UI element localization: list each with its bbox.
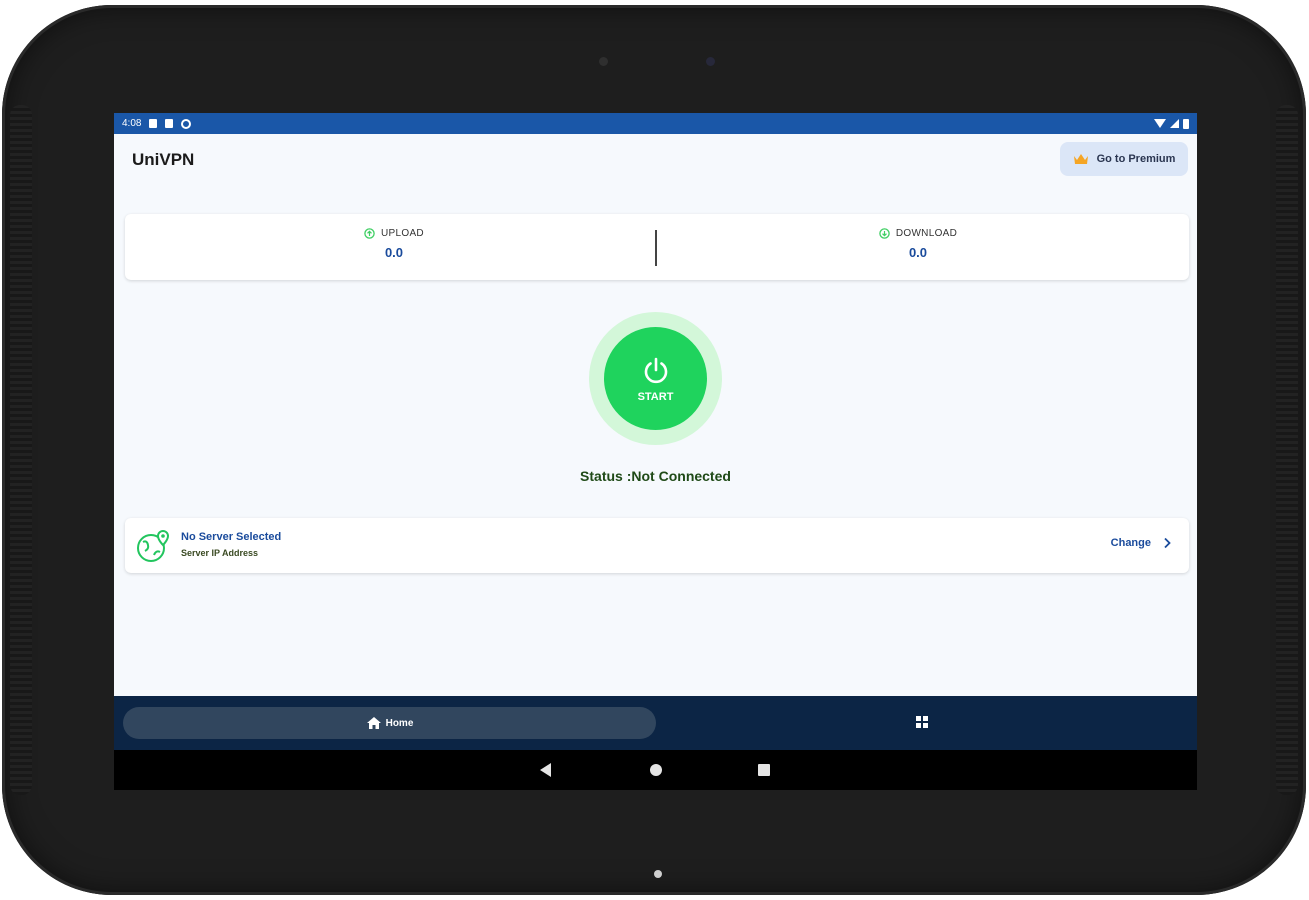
system-status-bar: 4:08 [114, 113, 1197, 134]
home-icon [366, 717, 381, 729]
server-name: No Server Selected [181, 531, 282, 543]
power-icon [644, 357, 667, 383]
status-time: 4:08 [122, 118, 142, 129]
vpn-status-icon [181, 118, 192, 129]
stats-divider [655, 230, 657, 266]
start-label: START [637, 390, 674, 403]
upload-label: UPLOAD [381, 228, 424, 239]
download-arrow-icon [879, 228, 890, 239]
upload-value: 0.0 [384, 245, 404, 260]
power-button-halo: START [589, 312, 722, 445]
signal-icon [1170, 119, 1179, 128]
nav-home-label: Home [385, 717, 414, 729]
traffic-stats-card: UPLOAD 0.0 DOWNLOAD 0.0 [125, 214, 1189, 280]
wifi-icon [1154, 119, 1166, 128]
server-ip: Server IP Address [181, 548, 259, 558]
upload-arrow-icon [364, 228, 375, 239]
chevron-right-icon [1164, 537, 1171, 549]
back-icon[interactable] [540, 763, 551, 777]
go-to-premium-button[interactable]: Go to Premium [1060, 142, 1188, 176]
front-camera [706, 57, 715, 66]
notification-icon [149, 119, 158, 128]
bottom-navigation: Home [114, 696, 1197, 750]
system-navigation-bar [114, 750, 1197, 790]
device-screen: 4:08 UniVPN Go to Premium UPLOAD 0.0 DOW… [114, 113, 1197, 790]
crown-icon [1073, 154, 1088, 164]
nav-item-home[interactable]: Home [123, 707, 656, 739]
app-title: UniVPN [132, 150, 195, 169]
home-button-icon[interactable] [650, 764, 662, 776]
change-server-button[interactable]: Change [1111, 537, 1171, 549]
hardware-home-dot [654, 870, 662, 878]
start-vpn-button[interactable]: START [604, 327, 707, 430]
download-label: DOWNLOAD [895, 228, 958, 239]
change-label: Change [1110, 537, 1151, 549]
grid-icon[interactable] [915, 715, 929, 729]
recents-icon[interactable] [758, 764, 770, 776]
battery-icon [1183, 118, 1189, 129]
sim-icon [165, 119, 174, 128]
premium-label: Go to Premium [1096, 153, 1176, 165]
app-bar: UniVPN Go to Premium [114, 134, 1197, 190]
upload-stat: UPLOAD 0.0 [294, 228, 494, 260]
download-stat: DOWNLOAD 0.0 [818, 228, 1018, 260]
left-speaker-grille [10, 105, 32, 795]
server-selection-card[interactable]: No Server Selected Server IP Address Cha… [125, 518, 1189, 573]
globe-location-icon [137, 529, 170, 562]
connection-status: Status :Not Connected [580, 468, 731, 484]
sensor-dot [599, 57, 608, 66]
right-speaker-grille [1276, 105, 1298, 795]
download-value: 0.0 [908, 245, 928, 260]
